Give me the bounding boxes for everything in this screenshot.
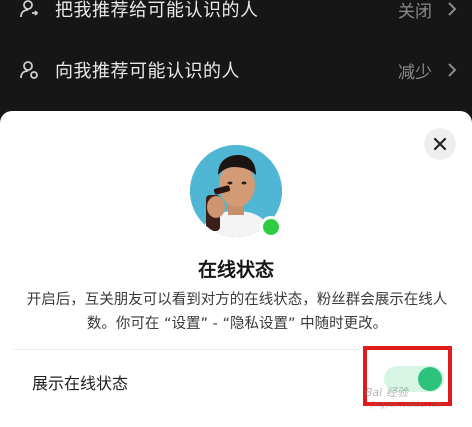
settings-row-recommend-me[interactable]: 把我推荐给可能认识的人 关闭 [0,0,472,31]
online-status-sheet: 在线状态 开启后，互关朋友可以看到对方的在线状态，粉丝群会展示在线人数。你可在 … [0,111,472,427]
settings-row-label: 把我推荐给可能认识的人 [55,0,259,21]
close-icon [433,137,447,151]
close-button[interactable] [424,128,456,160]
settings-row-value: 减少 [398,62,432,83]
chevron-right-icon [448,63,457,77]
sheet-description: 开启后，互关朋友可以看到对方的在线状态，粉丝群会展示在线人数。你可在 “设置” … [26,292,448,332]
sheet-title: 在线状态 [197,259,274,281]
online-status-dot [260,216,282,238]
person-share-icon [20,0,39,18]
avatar-container [190,145,282,238]
settings-row-value: 关闭 [398,1,432,22]
watermark-url: jingyan.baidu.com [370,400,444,409]
settings-row-label: 向我推荐可能认识的人 [55,61,240,82]
chevron-right-icon [448,2,457,16]
watermark-logo: Bai 经验 [365,386,408,399]
privacy-settings-screen: 把我推荐给可能认识的人 关闭 向我推荐可能认识的人 减少 在线状态 开启后，互关… [0,0,472,427]
show-online-status-label: 展示在线状态 [32,374,129,393]
person-recommend-icon [20,61,38,79]
settings-row-recommend-to-me[interactable]: 向我推荐可能认识的人 减少 [0,48,472,92]
